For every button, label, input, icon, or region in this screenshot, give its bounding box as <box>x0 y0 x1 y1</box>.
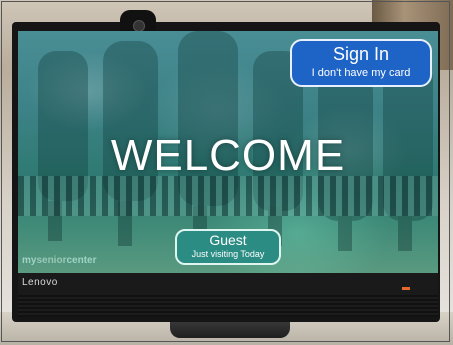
monitor-bezel: Lenovo <box>18 273 438 295</box>
sign-in-title: Sign In <box>332 44 390 64</box>
brand-logo: Lenovo <box>22 277 58 288</box>
kiosk-screen: WELCOME Sign In I don't have my card Gue… <box>18 31 438 273</box>
guest-button[interactable]: Guest Just visiting Today <box>175 229 281 265</box>
monitor-stand <box>170 320 290 338</box>
logo-middle: senior <box>36 255 67 266</box>
sign-in-button[interactable]: Sign In I don't have my card <box>290 39 432 87</box>
center-logo: myseniorcenter <box>22 255 96 266</box>
background-bench <box>18 176 438 216</box>
logo-prefix: my <box>22 255 37 266</box>
sign-in-subtitle: I don't have my card <box>311 67 411 79</box>
logo-suffix: center <box>66 255 97 266</box>
power-led-icon <box>402 287 410 290</box>
welcome-heading: WELCOME <box>110 131 346 180</box>
guest-subtitle: Just visiting Today <box>191 249 265 259</box>
guest-title: Guest <box>209 232 247 248</box>
speaker-grille <box>18 295 438 317</box>
